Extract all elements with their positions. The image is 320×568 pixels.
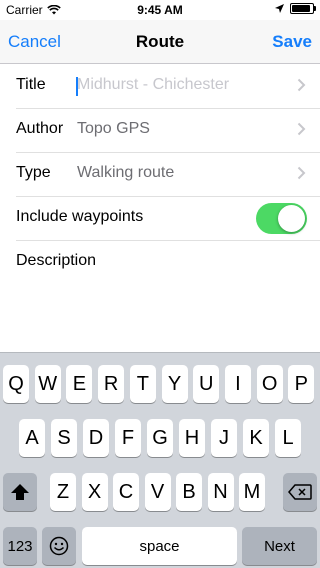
status-bar: Carrier 9:45 AM xyxy=(0,0,320,20)
save-button[interactable]: Save xyxy=(272,32,312,52)
type-value: Walking route xyxy=(77,164,175,181)
shift-arrow-icon xyxy=(11,484,29,500)
key-c[interactable]: C xyxy=(113,473,139,511)
key-j[interactable]: J xyxy=(211,419,237,457)
waypoints-toggle[interactable] xyxy=(256,203,307,234)
author-row[interactable]: Author Topo GPS xyxy=(0,108,320,152)
key-y[interactable]: Y xyxy=(161,365,188,403)
key-u[interactable]: U xyxy=(193,365,220,403)
author-label: Author xyxy=(16,120,64,137)
key-n[interactable]: N xyxy=(207,473,234,511)
backspace-key[interactable] xyxy=(283,473,317,511)
chevron-right-icon xyxy=(297,122,306,136)
title-row[interactable]: Title Midhurst - Chichester xyxy=(0,64,320,108)
title-input[interactable]: Midhurst - Chichester xyxy=(77,76,229,94)
key-g[interactable]: G xyxy=(147,419,173,457)
waypoints-row: Include waypoints xyxy=(0,196,320,240)
battery-fill xyxy=(292,5,310,12)
key-b[interactable]: B xyxy=(176,473,202,511)
description-row[interactable]: Description xyxy=(0,240,320,352)
shift-key[interactable] xyxy=(3,473,37,511)
chevron-right-icon xyxy=(297,166,306,180)
keyboard: 123 space Next QWERTYUIOP ASDFGHJKL ZXCVBN… xyxy=(0,352,320,568)
key-d[interactable]: D xyxy=(83,419,109,457)
key-p[interactable]: P xyxy=(288,365,315,403)
key-v[interactable]: V xyxy=(144,473,171,511)
navigation-bar: Cancel Route Save xyxy=(0,20,320,64)
key-m[interactable]: M xyxy=(239,473,265,511)
author-value: Topo GPS xyxy=(77,120,150,137)
chevron-right-icon xyxy=(297,78,306,92)
numbers-key[interactable]: 123 xyxy=(3,527,37,565)
emoji-icon xyxy=(49,536,69,556)
status-right xyxy=(275,3,316,14)
key-t[interactable]: T xyxy=(129,365,156,403)
type-label: Type xyxy=(16,164,51,181)
key-o[interactable]: O xyxy=(256,365,283,403)
key-q[interactable]: Q xyxy=(3,365,29,403)
key-x[interactable]: X xyxy=(81,473,108,511)
key-s[interactable]: S xyxy=(51,419,77,457)
description-label: Description xyxy=(16,252,97,269)
key-k[interactable]: K xyxy=(243,419,269,457)
battery-icon xyxy=(290,3,316,14)
backspace-icon xyxy=(288,484,312,500)
key-l[interactable]: L xyxy=(275,419,301,457)
title-label: Title xyxy=(16,76,46,93)
location-arrow-icon xyxy=(275,4,284,13)
next-key[interactable]: Next xyxy=(242,527,317,565)
status-time: 9:45 AM xyxy=(137,3,183,17)
key-h[interactable]: H xyxy=(179,419,205,457)
key-f[interactable]: F xyxy=(115,419,141,457)
key-i[interactable]: I xyxy=(224,365,251,403)
type-row[interactable]: Type Walking route xyxy=(0,152,320,196)
key-r[interactable]: R xyxy=(98,365,125,403)
key-e[interactable]: E xyxy=(66,365,93,403)
toggle-knob xyxy=(278,205,305,232)
waypoints-label: Include waypoints xyxy=(16,208,144,225)
key-z[interactable]: Z xyxy=(50,473,76,511)
key-w[interactable]: W xyxy=(34,365,61,403)
key-a[interactable]: A xyxy=(19,419,45,457)
emoji-key[interactable] xyxy=(42,527,76,565)
space-key[interactable]: space xyxy=(82,527,237,565)
